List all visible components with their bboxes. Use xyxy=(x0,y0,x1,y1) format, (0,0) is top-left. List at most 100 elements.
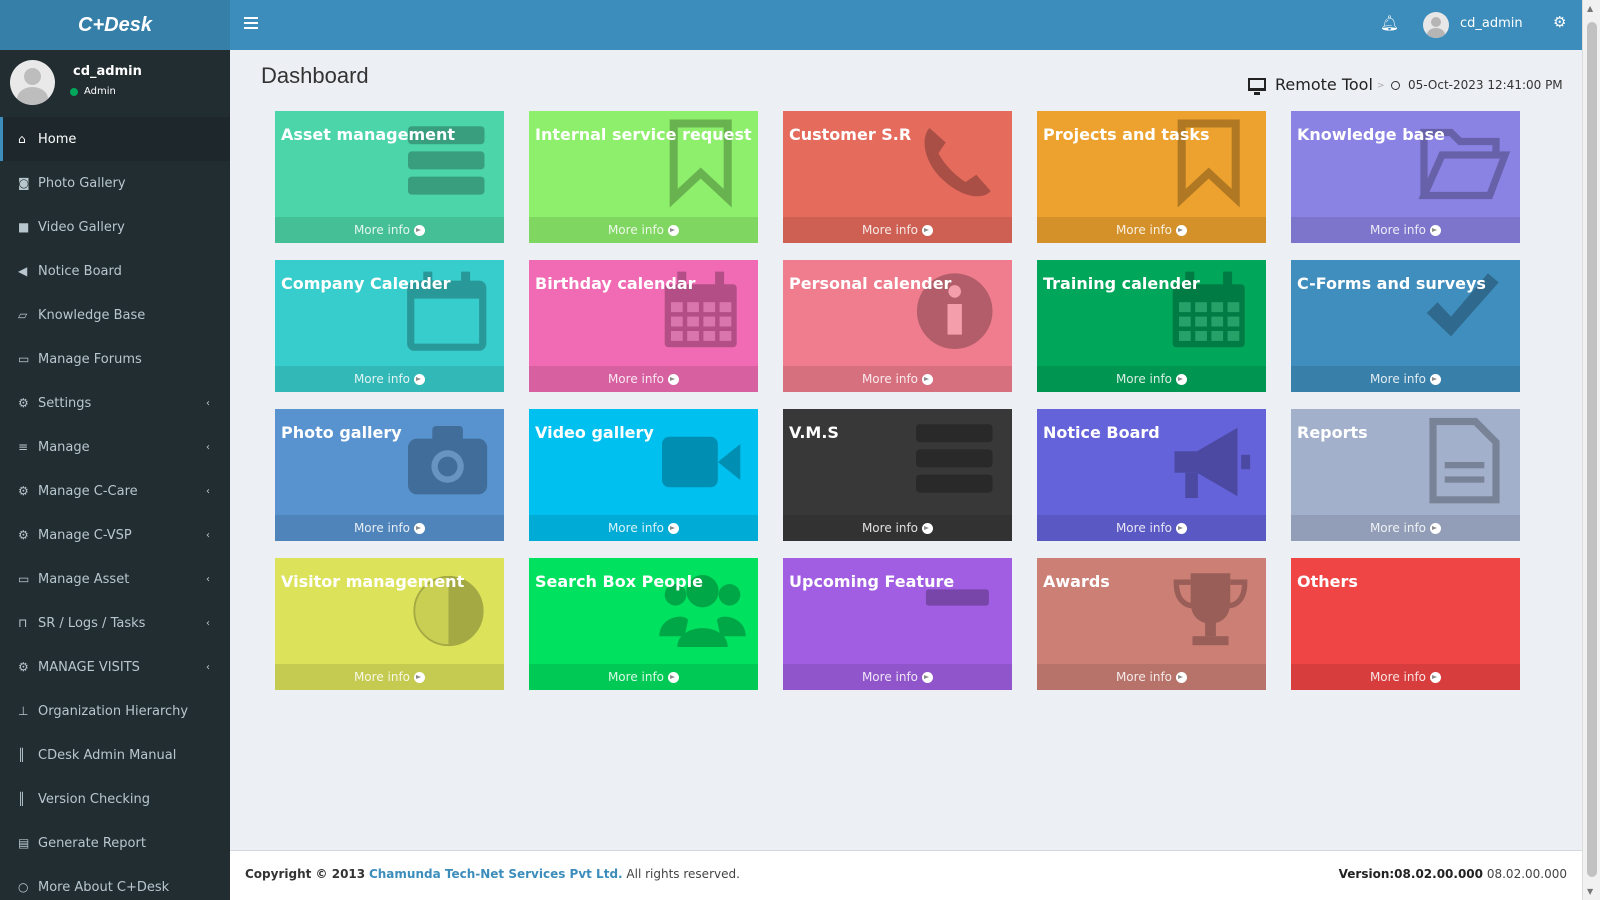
tile-training-calender[interactable]: Training calender More info xyxy=(1037,260,1266,392)
video-icon: ■ xyxy=(18,220,30,234)
tile-title: Company Calender xyxy=(281,274,451,293)
more-info-label: More info xyxy=(1369,670,1427,684)
tile-company-calender[interactable]: Company Calender More info xyxy=(275,260,504,392)
main-footer: Copyright © 2013 Chamunda Tech-Net Servi… xyxy=(230,850,1582,900)
tile-customer-s-r[interactable]: Customer S.R More info xyxy=(783,111,1012,243)
page-scrollbar[interactable]: ▲ ▼ xyxy=(1582,0,1600,900)
camera-icon xyxy=(408,426,488,495)
more-info-label: More info xyxy=(353,372,411,386)
more-info-link[interactable]: More info xyxy=(275,217,504,243)
more-info-link[interactable]: More info xyxy=(1291,366,1520,392)
arrow-circle-right-icon xyxy=(668,224,680,236)
more-info-label: More info xyxy=(1115,521,1173,535)
desktop-icon xyxy=(1248,78,1266,95)
scroll-down-icon[interactable]: ▼ xyxy=(1587,887,1593,896)
more-info-link[interactable]: More info xyxy=(529,366,758,392)
sidebar-item-video-gallery[interactable]: ■ Video Gallery xyxy=(0,205,230,249)
tile-asset-management[interactable]: Asset management More info xyxy=(275,111,504,243)
more-info-link[interactable]: More info xyxy=(275,664,504,690)
top-username[interactable]: cd_admin xyxy=(1460,16,1523,31)
tile-c-forms-and-surveys[interactable]: C-Forms and surveys More info xyxy=(1291,260,1520,392)
sidebar-item-label: Manage xyxy=(38,439,90,455)
more-info-label: More info xyxy=(1115,372,1173,386)
tile-projects-and-tasks[interactable]: Projects and tasks More info xyxy=(1037,111,1266,243)
bell-icon[interactable]: 🔔︎ xyxy=(1380,14,1399,32)
sidebar-item-manage-c-vsp[interactable]: ⚙ Manage C-VSP ‹ xyxy=(0,513,230,557)
book-icon: ▤ xyxy=(18,836,30,850)
tile-personal-calender[interactable]: Personal calender More info xyxy=(783,260,1012,392)
chevron-left-icon: ‹ xyxy=(206,441,210,453)
sidebar-item-label: Organization Hierarchy xyxy=(38,703,189,719)
more-info-label: More info xyxy=(607,670,665,684)
sidebar-item-photo-gallery[interactable]: ◙ Photo Gallery xyxy=(0,161,230,205)
tile-visitor-management[interactable]: Visitor management More info xyxy=(275,558,504,690)
more-info-label: More info xyxy=(861,372,919,386)
tile-title: Training calender xyxy=(1043,274,1200,293)
sidebar-item-label: Photo Gallery xyxy=(38,175,126,191)
tile-reports[interactable]: Reports More info xyxy=(1291,409,1520,541)
more-info-link[interactable]: More info xyxy=(783,664,1012,690)
laptop-icon: ▭ xyxy=(18,572,30,586)
more-info-link[interactable]: More info xyxy=(783,366,1012,392)
page-title: Dashboard xyxy=(261,63,369,88)
more-info-link[interactable]: More info xyxy=(1037,515,1266,541)
more-info-link[interactable]: More info xyxy=(529,515,758,541)
sidebar-item-more-about-c-desk[interactable]: ○ More About C+Desk xyxy=(0,865,230,900)
sidebar-item-notice-board[interactable]: ◀ Notice Board xyxy=(0,249,230,293)
tile-v-m-s[interactable]: V.M.S More info xyxy=(783,409,1012,541)
sidebar-item-label: Video Gallery xyxy=(38,219,125,235)
tile-upcoming-feature[interactable]: Upcoming Feature More info xyxy=(783,558,1012,690)
video-icon xyxy=(662,436,741,488)
arrow-circle-right-icon xyxy=(1176,671,1188,683)
sidebar-item-sr-logs-tasks[interactable]: ⊓ SR / Logs / Tasks ‹ xyxy=(0,601,230,645)
sidebar-item-generate-report[interactable]: ▤ Generate Report xyxy=(0,821,230,865)
sidebar-item-manage-c-care[interactable]: ⚙ Manage C-Care ‹ xyxy=(0,469,230,513)
more-info-link[interactable]: More info xyxy=(1291,664,1520,690)
tile-birthday-calendar[interactable]: Birthday calendar More info xyxy=(529,260,758,392)
scroll-up-icon[interactable]: ▲ xyxy=(1587,4,1593,13)
remote-tool-link[interactable]: Remote Tool xyxy=(1248,75,1373,95)
menu-icon[interactable] xyxy=(244,17,258,33)
sidebar-item-manage-asset[interactable]: ▭ Manage Asset ‹ xyxy=(0,557,230,601)
tile-title: V.M.S xyxy=(789,423,839,442)
sidebar-item-organization-hierarchy[interactable]: ⊥ Organization Hierarchy xyxy=(0,689,230,733)
more-info-link[interactable]: More info xyxy=(1291,515,1520,541)
tile-notice-board[interactable]: Notice Board More info xyxy=(1037,409,1266,541)
more-info-link[interactable]: More info xyxy=(529,664,758,690)
more-info-link[interactable]: More info xyxy=(275,366,504,392)
sidebar-item-manage-visits[interactable]: ⚙ MANAGE VISITS ‹ xyxy=(0,645,230,689)
more-info-link[interactable]: More info xyxy=(275,515,504,541)
more-info-link[interactable]: More info xyxy=(529,217,758,243)
gears-icon: ⚙ xyxy=(18,396,29,410)
sidebar-item-knowledge-base[interactable]: ▱ Knowledge Base xyxy=(0,293,230,337)
gears-icon[interactable]: ⚙︎ xyxy=(1553,13,1566,31)
tile-search-box-people[interactable]: Search Box People More info xyxy=(529,558,758,690)
company-link[interactable]: Chamunda Tech-Net Services Pvt Ltd. xyxy=(369,867,623,881)
more-info-label: More info xyxy=(1369,223,1427,237)
sidebar-item-cdesk-admin-manual[interactable]: ║ CDesk Admin Manual xyxy=(0,733,230,777)
more-info-link[interactable]: More info xyxy=(783,515,1012,541)
sidebar-item-label: Manage C-VSP xyxy=(38,527,132,543)
more-info-link[interactable]: More info xyxy=(1037,366,1266,392)
sidebar-item-home[interactable]: ⌂ Home xyxy=(0,117,230,161)
tile-title: Internal service request xyxy=(535,125,752,144)
sidebar-item-manage-forums[interactable]: ▭ Manage Forums xyxy=(0,337,230,381)
sidebar-item-settings[interactable]: ⚙ Settings ‹ xyxy=(0,381,230,425)
scrollbar-thumb[interactable] xyxy=(1587,22,1597,877)
tile-video-gallery[interactable]: Video gallery More info xyxy=(529,409,758,541)
avatar[interactable] xyxy=(1423,12,1449,38)
tile-knowledge-base[interactable]: Knowledge base More info xyxy=(1291,111,1520,243)
sidebar-item-version-checking[interactable]: ║ Version Checking xyxy=(0,777,230,821)
tile-others[interactable]: Others More info xyxy=(1291,558,1520,690)
app-logo[interactable]: C+Desk xyxy=(0,0,230,50)
tile-photo-gallery[interactable]: Photo gallery More info xyxy=(275,409,504,541)
more-info-link[interactable]: More info xyxy=(1037,664,1266,690)
sidebar-item-manage[interactable]: ≡ Manage ‹ xyxy=(0,425,230,469)
more-info-label: More info xyxy=(1115,670,1173,684)
more-info-link[interactable]: More info xyxy=(783,217,1012,243)
more-info-link[interactable]: More info xyxy=(1037,217,1266,243)
tile-awards[interactable]: Awards More info xyxy=(1037,558,1266,690)
chevron-left-icon: ‹ xyxy=(206,573,210,585)
more-info-link[interactable]: More info xyxy=(1291,217,1520,243)
tile-internal-service-request[interactable]: Internal service request More info xyxy=(529,111,758,243)
